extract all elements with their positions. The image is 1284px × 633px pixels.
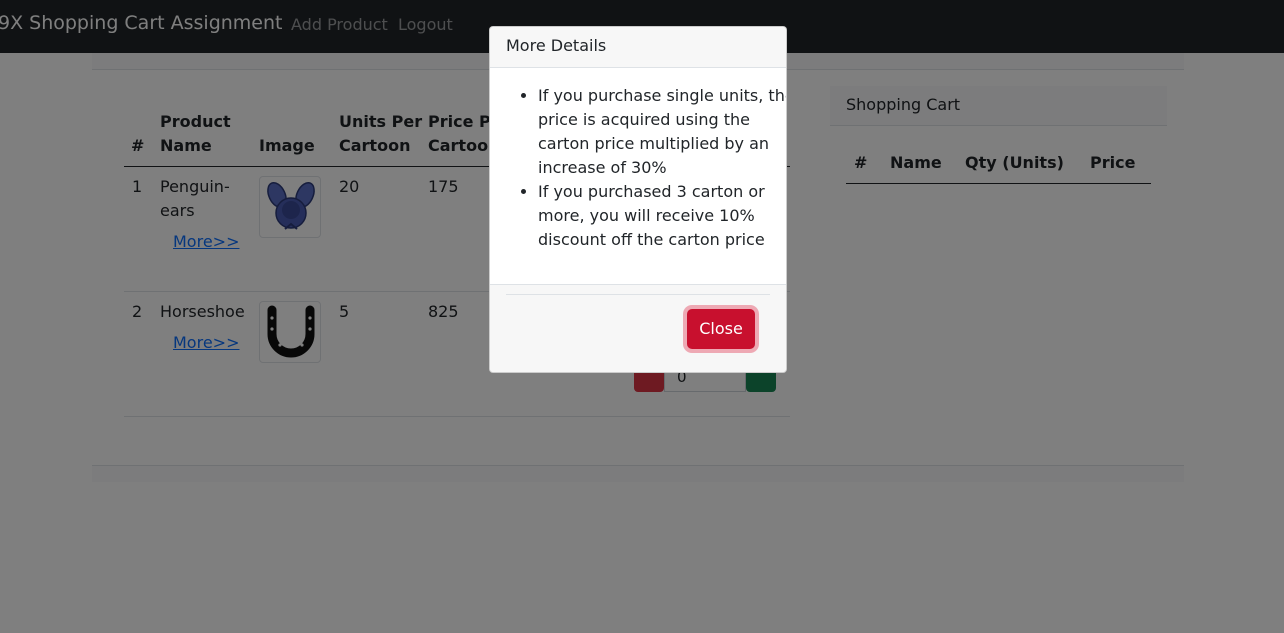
- more-details-modal: More Details If you purchase single unit…: [489, 26, 787, 373]
- modal-detail-item: If you purchase single units, the price …: [538, 84, 786, 180]
- modal-footer-rule: [506, 294, 770, 295]
- modal-detail-item: If you purchased 3 carton or more, you w…: [538, 180, 786, 252]
- modal-title: More Details: [506, 36, 607, 55]
- close-button[interactable]: Close: [687, 309, 755, 349]
- modal-header: More Details: [490, 27, 786, 68]
- modal-footer: Close: [490, 284, 786, 372]
- modal-details-list: If you purchase single units, the price …: [514, 84, 786, 252]
